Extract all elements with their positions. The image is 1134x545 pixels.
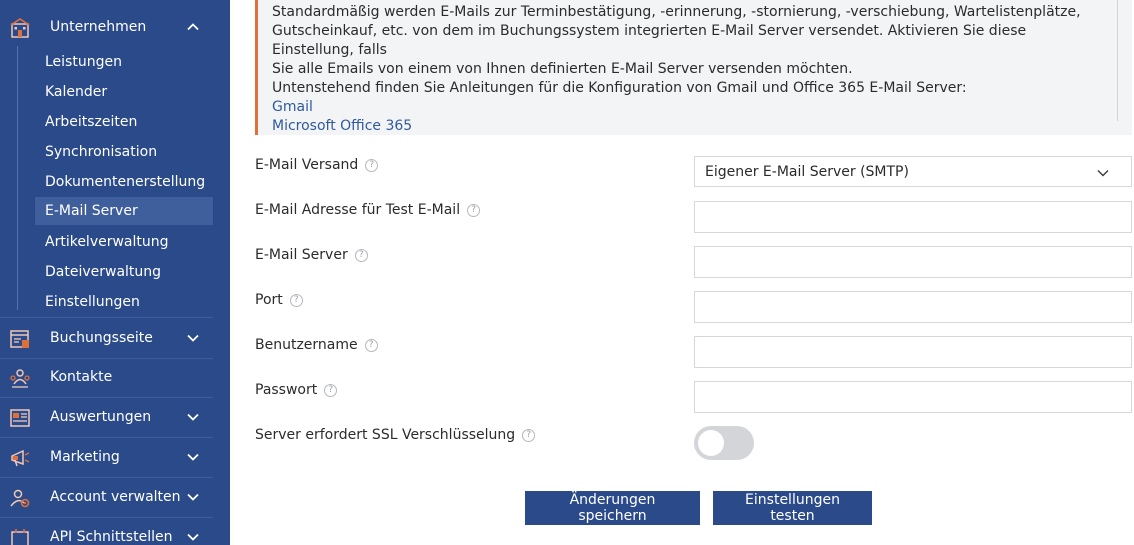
- help-icon[interactable]: ?: [365, 158, 379, 172]
- nav-section-label: Buchungsseite: [50, 330, 153, 346]
- sidebar-item-dateiverwaltung[interactable]: Dateiverwaltung: [35, 258, 213, 286]
- email-server-label-row: E-Mail Server ?: [255, 247, 368, 263]
- nav-section-label: Kontakte: [50, 369, 113, 385]
- chevron-up-icon: [187, 22, 199, 30]
- gmail-guide-link[interactable]: Gmail: [272, 98, 1092, 117]
- sidebar-item-label: Kalender: [45, 84, 108, 100]
- chevron-down-icon: [187, 453, 199, 461]
- sidebar-item-einstellungen[interactable]: Einstellungen: [35, 288, 213, 316]
- username-input[interactable]: [694, 336, 1132, 368]
- nav-section-label: API Schnittstellen: [50, 529, 173, 545]
- sidebar-item-label: Leistungen: [45, 54, 122, 70]
- nav-section-label: Account verwalten: [50, 489, 181, 505]
- office365-guide-link[interactable]: Microsoft Office 365: [272, 117, 1092, 136]
- reports-icon: [10, 409, 30, 427]
- email-versand-label: E-Mail Versand: [255, 157, 359, 173]
- toggle-knob: [698, 430, 724, 456]
- password-label: Passwort: [255, 382, 318, 398]
- help-icon[interactable]: ?: [522, 428, 536, 442]
- sidebar-item-label: Synchronisation: [45, 144, 158, 160]
- test-email-label-row: E-Mail Adresse für Test E-Mail ?: [255, 202, 481, 218]
- nav-section-label: Unternehmen: [50, 18, 147, 35]
- api-icon: [11, 529, 29, 545]
- nav-section-label: Auswertungen: [50, 409, 152, 425]
- sidebar-item-arbeitszeiten[interactable]: Arbeitszeiten: [35, 108, 213, 136]
- email-versand-select[interactable]: Eigener E-Mail Server (SMTP): [694, 156, 1132, 187]
- save-changes-button[interactable]: Änderungen speichern: [525, 491, 700, 525]
- test-settings-button[interactable]: Einstellungen testen: [713, 491, 872, 525]
- nav-section-label: Marketing: [50, 449, 120, 465]
- chevron-down-icon: [187, 493, 199, 501]
- sidebar-item-synchronisation[interactable]: Synchronisation: [35, 138, 213, 166]
- booking-page-icon: [10, 330, 29, 348]
- ssl-toggle[interactable]: [694, 426, 754, 460]
- chevron-down-icon: [187, 334, 199, 342]
- email-versand-selected-value: Eigener E-Mail Server (SMTP): [705, 163, 909, 180]
- sidebar-item-email-server[interactable]: E-Mail Server: [35, 197, 213, 225]
- account-gear-icon: [10, 489, 30, 508]
- sidebar-item-label: Dateiverwaltung: [45, 264, 162, 280]
- info-box-divider: [1117, 0, 1118, 121]
- marketing-icon: [11, 449, 30, 467]
- sidebar-item-label: E-Mail Server: [45, 203, 138, 219]
- sidebar-item-artikelverwaltung[interactable]: Artikelverwaltung: [35, 228, 213, 256]
- sidebar-item-label: Einstellungen: [45, 294, 140, 310]
- port-label: Port: [255, 292, 283, 308]
- info-line: Standardmäßig werden E-Mails zur Terminb…: [272, 4, 1081, 20]
- sidebar-item-kalender[interactable]: Kalender: [35, 78, 213, 106]
- nav-section-marketing[interactable]: Marketing: [0, 437, 213, 478]
- subnav-guide-line: [17, 46, 18, 310]
- chevron-down-icon: [187, 533, 199, 541]
- info-text: Standardmäßig werden E-Mails zur Terminb…: [272, 3, 1092, 136]
- sidebar-item-leistungen[interactable]: Leistungen: [35, 48, 213, 76]
- email-versand-label-row: E-Mail Versand ?: [255, 157, 379, 173]
- password-input[interactable]: [694, 381, 1132, 413]
- sidebar-item-label: Dokumentenerstellung: [45, 174, 206, 190]
- nav-section-api[interactable]: API Schnittstellen: [0, 517, 213, 545]
- chevron-down-icon: [1097, 170, 1109, 177]
- username-label: Benutzername: [255, 337, 358, 353]
- username-label-row: Benutzername ?: [255, 337, 378, 353]
- email-server-label: E-Mail Server: [255, 247, 348, 263]
- ssl-label-row: Server erfordert SSL Verschlüsselung ?: [255, 427, 536, 443]
- info-line: Gutscheinkauf, etc. von dem im Buchungss…: [272, 23, 1027, 58]
- sidebar-item-dokumentenerstellung[interactable]: Dokumentenerstellung: [35, 168, 213, 196]
- chevron-down-icon: [187, 413, 199, 421]
- test-email-input[interactable]: [694, 201, 1132, 233]
- port-label-row: Port ?: [255, 292, 303, 308]
- port-input[interactable]: [694, 291, 1132, 323]
- info-line: Sie alle Emails von einem von Ihnen defi…: [272, 61, 853, 77]
- help-icon[interactable]: ?: [354, 248, 368, 262]
- sidebar-item-label: Arbeitszeiten: [45, 114, 138, 130]
- nav-section-unternehmen[interactable]: Unternehmen: [0, 7, 213, 46]
- nav-section-auswertungen[interactable]: Auswertungen: [0, 397, 213, 438]
- test-email-label: E-Mail Adresse für Test E-Mail: [255, 202, 461, 218]
- ssl-label: Server erfordert SSL Verschlüsselung: [255, 427, 516, 443]
- building-icon: [10, 18, 30, 38]
- help-icon[interactable]: ?: [364, 338, 378, 352]
- sidebar-item-label: Artikelverwaltung: [45, 234, 169, 250]
- info-box: Standardmäßig werden E-Mails zur Terminb…: [255, 0, 1132, 135]
- nav-section-buchungsseite[interactable]: Buchungsseite: [0, 317, 213, 359]
- contacts-icon: [10, 369, 30, 388]
- sidebar: Unternehmen Leistungen Kalender Arbeitsz…: [0, 0, 230, 545]
- password-label-row: Passwort ?: [255, 382, 338, 398]
- email-server-input[interactable]: [694, 246, 1132, 278]
- nav-section-kontakte[interactable]: Kontakte: [0, 357, 213, 398]
- help-icon[interactable]: ?: [324, 383, 338, 397]
- help-icon[interactable]: ?: [289, 293, 303, 307]
- info-line: Untenstehend finden Sie Anleitungen für …: [272, 80, 967, 96]
- help-icon[interactable]: ?: [467, 203, 481, 217]
- nav-section-account[interactable]: Account verwalten: [0, 477, 213, 518]
